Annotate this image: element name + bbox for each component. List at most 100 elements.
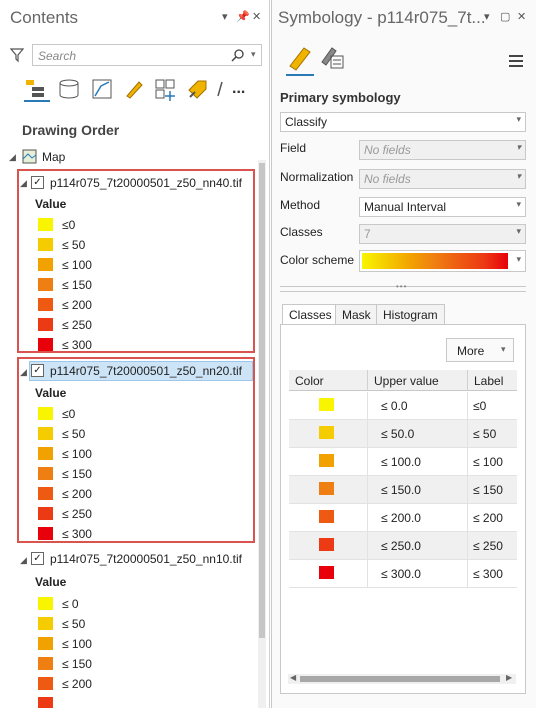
dropdown-icon[interactable]: ▾ bbox=[222, 10, 228, 23]
class-upper-1[interactable]: ≤ 50.0 bbox=[381, 427, 414, 441]
layer-3-name[interactable]: p114r075_7t20000501_z50_nn10.tif bbox=[50, 552, 242, 566]
splitter-handle[interactable]: ••• bbox=[396, 282, 407, 291]
grid-header-upper-value[interactable]: Upper value bbox=[374, 374, 439, 388]
list-by-drawing-order-icon[interactable] bbox=[24, 78, 50, 102]
layer-2-name[interactable]: p114r075_7t20000501_z50_nn20.tif bbox=[50, 364, 242, 378]
layer-1-label-4[interactable]: ≤ 200 bbox=[62, 298, 92, 312]
layer-3-swatch-4[interactable] bbox=[38, 677, 53, 690]
layer-2-label-1[interactable]: ≤ 50 bbox=[62, 427, 85, 441]
dropdown-icon[interactable]: ▾ bbox=[484, 10, 490, 23]
list-by-editing-icon[interactable] bbox=[123, 78, 145, 100]
layer-2-swatch-2[interactable] bbox=[38, 447, 53, 460]
class-upper-6[interactable]: ≤ 300.0 bbox=[381, 567, 421, 581]
class-upper-0[interactable]: ≤ 0.0 bbox=[381, 399, 408, 413]
layer-1-name[interactable]: p114r075_7t20000501_z50_nn40.tif bbox=[50, 176, 242, 190]
vary-symbology-icon[interactable] bbox=[318, 44, 346, 72]
layer-2-swatch-1[interactable] bbox=[38, 427, 53, 440]
layer-1-label-3[interactable]: ≤ 150 bbox=[62, 278, 92, 292]
layer-1-expand-icon[interactable]: ◢ bbox=[20, 178, 27, 189]
layer-3-swatch-5[interactable] bbox=[38, 697, 53, 708]
layer-1-swatch-2[interactable] bbox=[38, 258, 53, 271]
layer-2-expand-icon[interactable]: ◢ bbox=[20, 367, 27, 378]
class-swatch-6[interactable] bbox=[319, 566, 334, 579]
layer-1-checkbox[interactable]: ✓ bbox=[31, 176, 44, 189]
grid-header-color[interactable]: Color bbox=[295, 374, 324, 388]
class-swatch-1[interactable] bbox=[319, 426, 334, 439]
list-by-labeling-icon[interactable] bbox=[186, 78, 210, 100]
menu-icon[interactable] bbox=[508, 54, 524, 68]
class-label-6[interactable]: ≤ 300 bbox=[473, 567, 503, 581]
layer-2-label-3[interactable]: ≤ 150 bbox=[62, 467, 92, 481]
list-by-data-source-icon[interactable] bbox=[58, 78, 80, 100]
search-icon[interactable] bbox=[231, 48, 245, 62]
class-row-6[interactable]: ≤ 300.0 ≤ 300 bbox=[289, 560, 517, 588]
layer-1-label-2[interactable]: ≤ 100 bbox=[62, 258, 92, 272]
layer-1-swatch-4[interactable] bbox=[38, 298, 53, 311]
maximize-icon[interactable]: ▢ bbox=[500, 10, 510, 23]
more-icon[interactable]: ... bbox=[232, 80, 245, 98]
class-upper-4[interactable]: ≤ 200.0 bbox=[381, 511, 421, 525]
layer-2-swatch-5[interactable] bbox=[38, 507, 53, 520]
layer-2-label-2[interactable]: ≤ 100 bbox=[62, 447, 92, 461]
class-swatch-4[interactable] bbox=[319, 510, 334, 523]
layer-2-swatch-4[interactable] bbox=[38, 487, 53, 500]
layer-2-label-0[interactable]: ≤0 bbox=[62, 407, 75, 421]
layer-3-label-3[interactable]: ≤ 150 bbox=[62, 657, 92, 671]
class-row-0[interactable]: ≤ 0.0 ≤0 bbox=[289, 392, 517, 420]
layer-3-label-4[interactable]: ≤ 200 bbox=[62, 677, 92, 691]
scroll-left-icon[interactable]: ◀ bbox=[290, 673, 296, 682]
tab-histogram[interactable]: Histogram bbox=[376, 304, 445, 325]
renderer-select[interactable]: Classify ▾ bbox=[280, 112, 526, 132]
layer-2-label-4[interactable]: ≤ 200 bbox=[62, 487, 92, 501]
primary-symbology-icon[interactable] bbox=[286, 44, 314, 76]
grid-header-label[interactable]: Label bbox=[474, 374, 503, 388]
color-scheme-select[interactable]: ▾ bbox=[359, 250, 526, 272]
layer-3-label-1[interactable]: ≤ 50 bbox=[62, 617, 85, 631]
class-label-5[interactable]: ≤ 250 bbox=[473, 539, 503, 553]
class-upper-3[interactable]: ≤ 150.0 bbox=[381, 483, 421, 497]
layer-3-label-2[interactable]: ≤ 100 bbox=[62, 637, 92, 651]
class-upper-5[interactable]: ≤ 250.0 bbox=[381, 539, 421, 553]
layer-1-swatch-1[interactable] bbox=[38, 238, 53, 251]
layer-2-checkbox[interactable]: ✓ bbox=[31, 364, 44, 377]
layer-3-checkbox[interactable]: ✓ bbox=[31, 552, 44, 565]
class-row-1[interactable]: ≤ 50.0 ≤ 50 bbox=[289, 420, 517, 448]
layer-3-swatch-2[interactable] bbox=[38, 637, 53, 650]
more-button[interactable]: More ▾ bbox=[446, 338, 514, 362]
layer-2-swatch-6[interactable] bbox=[38, 527, 53, 540]
class-swatch-3[interactable] bbox=[319, 482, 334, 495]
class-label-3[interactable]: ≤ 150 bbox=[473, 483, 503, 497]
grid-scrollbar-thumb[interactable] bbox=[300, 676, 500, 682]
layer-1-label-1[interactable]: ≤ 50 bbox=[62, 238, 85, 252]
layer-1-swatch-5[interactable] bbox=[38, 318, 53, 331]
contents-scrollbar-thumb[interactable] bbox=[259, 163, 265, 638]
layer-1-swatch-6[interactable] bbox=[38, 338, 53, 351]
layer-3-expand-icon[interactable]: ◢ bbox=[20, 555, 27, 566]
layer-1-swatch-3[interactable] bbox=[38, 278, 53, 291]
pin-icon[interactable]: 📌 bbox=[236, 10, 250, 23]
map-expand-icon[interactable]: ◢ bbox=[9, 152, 16, 163]
close-icon[interactable]: ✕ bbox=[252, 10, 261, 23]
normalization-select[interactable]: No fields ▾ bbox=[359, 169, 526, 189]
layer-1-label-6[interactable]: ≤ 300 bbox=[62, 338, 92, 352]
class-label-4[interactable]: ≤ 200 bbox=[473, 511, 503, 525]
layer-2-label-6[interactable]: ≤ 300 bbox=[62, 527, 92, 541]
search-input[interactable]: Search ▾ bbox=[32, 44, 262, 66]
layer-3-label-0[interactable]: ≤ 0 bbox=[62, 597, 79, 611]
list-by-perspective-icon[interactable] bbox=[216, 78, 224, 100]
list-by-snapping-icon[interactable] bbox=[154, 78, 178, 102]
class-row-3[interactable]: ≤ 150.0 ≤ 150 bbox=[289, 476, 517, 504]
search-dropdown-icon[interactable]: ▾ bbox=[251, 49, 256, 60]
list-by-selection-icon[interactable] bbox=[91, 78, 113, 100]
class-swatch-0[interactable] bbox=[319, 398, 334, 411]
class-row-2[interactable]: ≤ 100.0 ≤ 100 bbox=[289, 448, 517, 476]
layer-2-swatch-0[interactable] bbox=[38, 407, 53, 420]
class-upper-2[interactable]: ≤ 100.0 bbox=[381, 455, 421, 469]
class-row-4[interactable]: ≤ 200.0 ≤ 200 bbox=[289, 504, 517, 532]
field-select[interactable]: No fields ▾ bbox=[359, 140, 526, 160]
filter-icon[interactable] bbox=[10, 47, 24, 63]
layer-3-swatch-0[interactable] bbox=[38, 597, 53, 610]
class-row-5[interactable]: ≤ 250.0 ≤ 250 bbox=[289, 532, 517, 560]
class-label-2[interactable]: ≤ 100 bbox=[473, 455, 503, 469]
class-label-0[interactable]: ≤0 bbox=[473, 399, 486, 413]
